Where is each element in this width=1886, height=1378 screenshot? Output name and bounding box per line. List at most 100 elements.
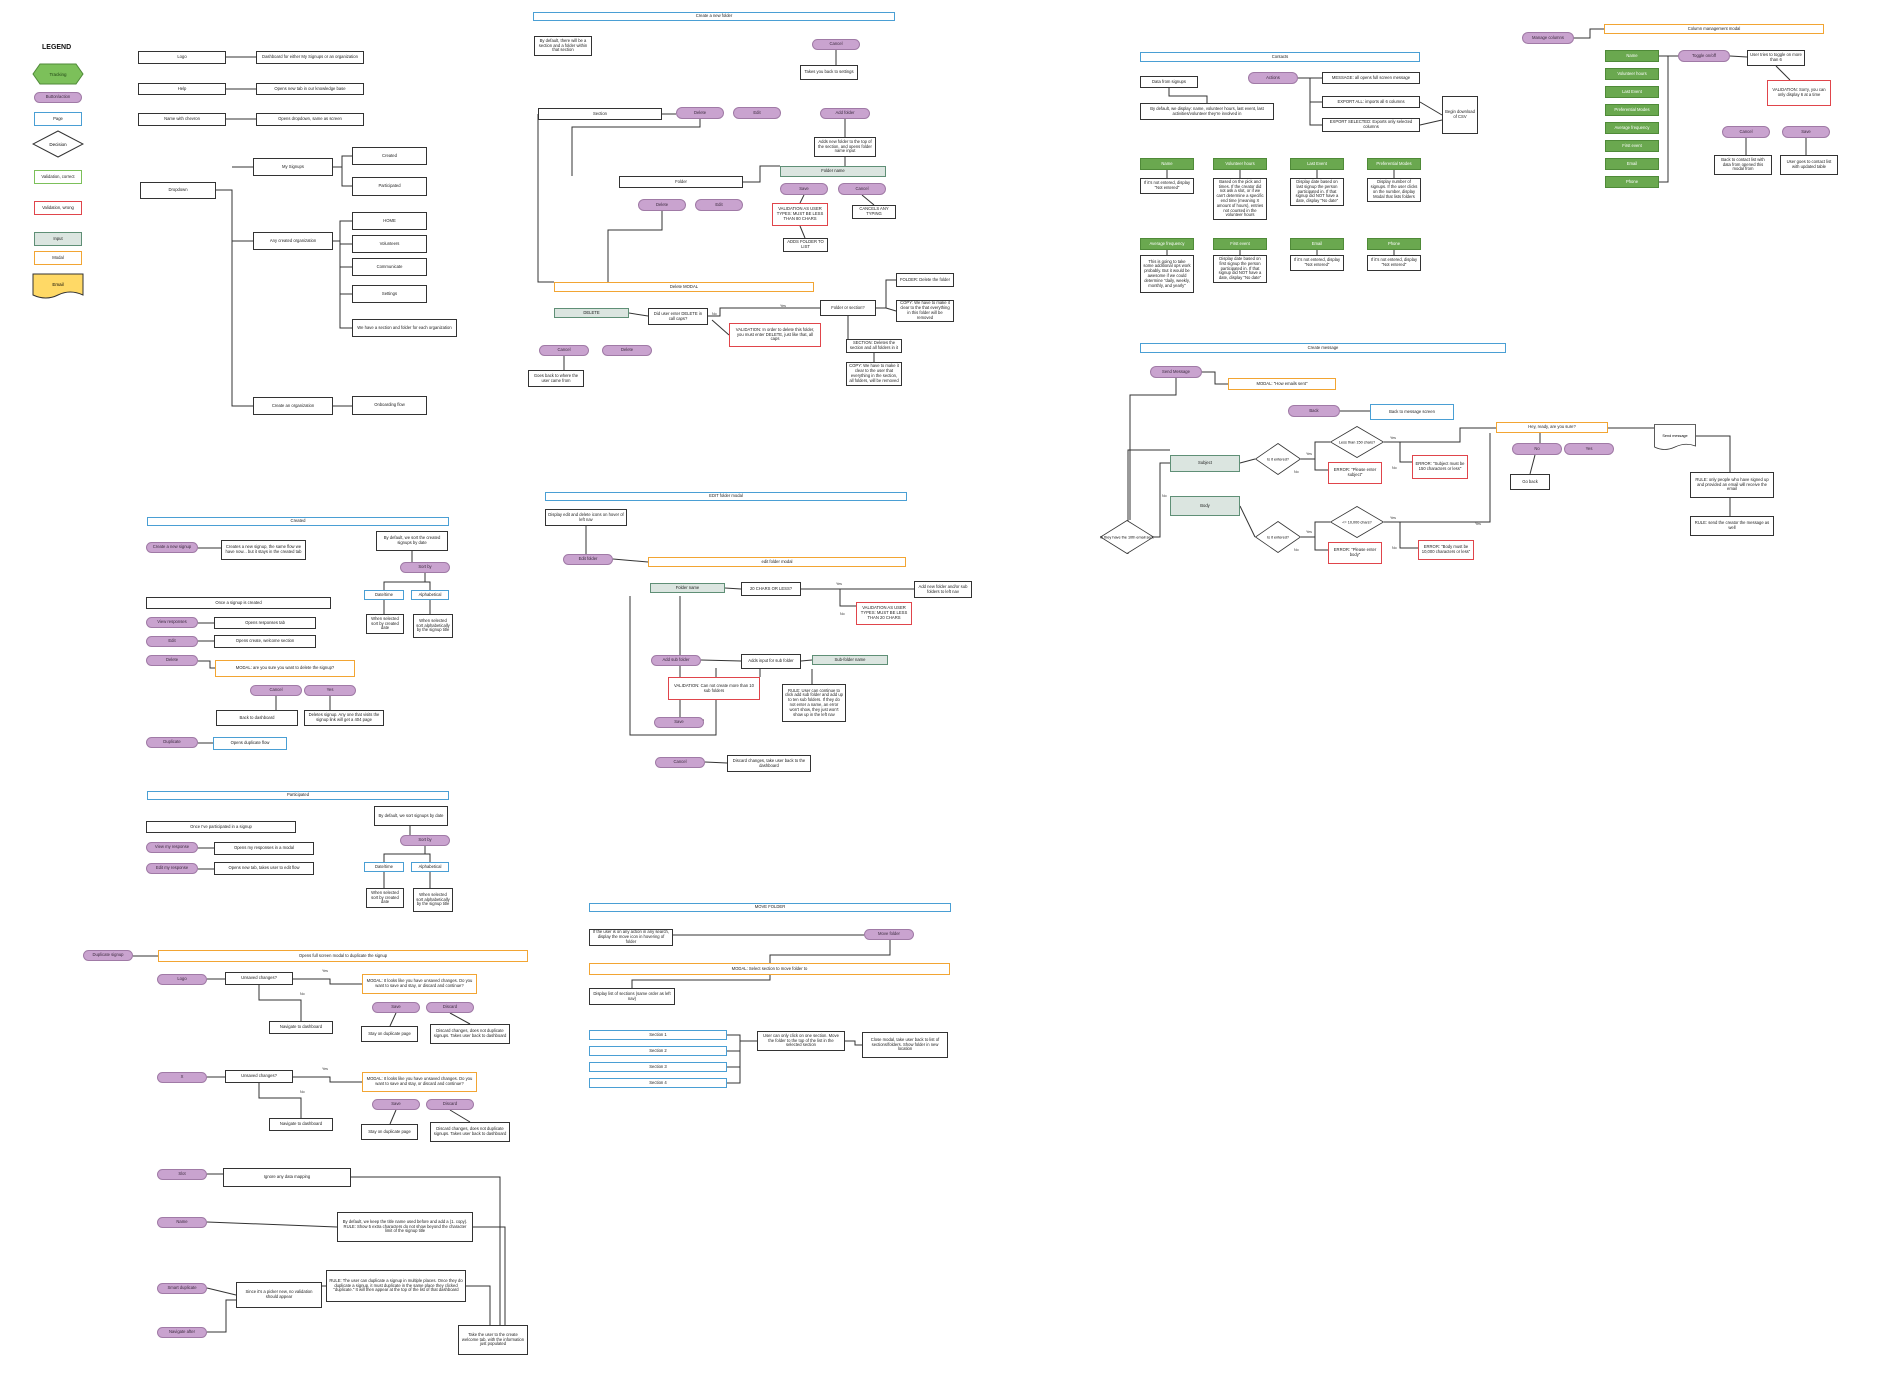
node-logo: Logo [138,51,226,64]
node-ef-adds-in: Adds input for sub folder [741,654,801,669]
node-d-pill[interactable]: Duplicate signup [83,950,133,961]
edge-label-yes: Yes [836,582,842,586]
node-d-smart[interactable]: Smart duplicate [157,1283,207,1294]
node-nf-takes: Takes you back to settings [800,65,858,80]
edge-label-no: No [712,312,717,316]
node-msg-no[interactable]: No [1512,443,1562,455]
edge-label-no: No [1392,466,1397,470]
node-p-part: Participated [147,791,449,800]
node-nf-delete2[interactable]: Delete [638,199,686,211]
edge-label-no: No [300,1090,305,1094]
node-cm-save[interactable]: Save [1782,126,1830,138]
node-c-edit[interactable]: Edit [146,636,198,647]
node-nf-delete3[interactable]: Delete [602,345,652,356]
edge-label-yes: Yes [1306,530,1312,534]
node-d-navigate[interactable]: Navigate after [157,1327,207,1338]
node-c-cancel[interactable]: Cancel [250,685,302,696]
decision-label: Do they have the 10th email sent? [1100,536,1154,540]
node-pa-view[interactable]: View my response [146,842,198,853]
node-pa-view-r: Opens my responses in a modal [214,842,314,855]
node-d-name[interactable]: Name [157,1217,207,1228]
node-msg-backto: Back to message screen [1370,404,1454,420]
node-nf-cancel3[interactable]: Cancel [539,345,589,356]
node-cm-cancel[interactable]: Cancel [1722,126,1770,138]
node-ef-addnew: Add new folder and/or sub folders to lef… [914,581,972,598]
node-d-modal2: MODAL: It looks like you have unsaved ch… [362,1072,477,1092]
node-co-h-vol: Volunteer hours [1213,158,1267,170]
legend-item-input: Input [34,232,82,246]
node-c-sortby[interactable]: Sort by [400,562,450,573]
node-mf-ifuser: If the user is on any action in any sear… [589,929,673,946]
node-co-t-vol: Based on the pick and times. If the crea… [1213,178,1267,220]
node-co-data: Data from signups [1140,76,1198,88]
edge-label-yes: Yes [1390,436,1396,440]
node-ef-save[interactable]: Save [654,717,704,728]
node-nf-delmodal: Delete MODAL [554,282,814,292]
node-c-once: Once a signup is created [146,597,331,609]
node-co-h-pref: Preferential Modes [1367,158,1421,170]
node-ef-page: EDIT folder modal [545,492,907,501]
node-co-h-name: Name [1140,158,1194,170]
node-nf-foldername: Folder name [780,166,886,177]
node-c-view[interactable]: View responses [146,617,198,628]
node-mf-movefolder[interactable]: Move folder [864,929,914,940]
legend-label: Tracking [49,72,67,77]
node-nf-cancel[interactable]: Cancel [812,39,860,50]
node-co-page: Contacts [1140,52,1420,62]
node-pa-edit[interactable]: Edit my response [146,863,198,874]
node-d-save1[interactable]: Save [372,1002,420,1013]
node-c-help[interactable]: Create a new signup [146,542,198,553]
decision-label: Less than 150 chars? [1339,441,1375,445]
node-cm-manage[interactable]: Manage columns [1522,32,1574,44]
node-cm-vol: Volunteer hours [1605,68,1659,80]
node-msg-hey: Hey, ready, are you sure? [1496,422,1608,433]
node-d-discard1[interactable]: Discard [426,1002,474,1013]
node-pa-dt-r: When selected sort by created date [366,888,404,908]
node-msg-yes[interactable]: Yes [1564,443,1614,455]
node-help: Help [138,83,226,95]
node-pa-alpha: Alphabetical [411,862,449,872]
node-cm-email: Email [1605,158,1659,170]
edge-label-yes: Yes [1390,516,1396,520]
node-mf-s1: Section 1 [589,1030,727,1040]
node-d-nav1: Navigate to dashboard [269,1021,333,1034]
node-sectionfolder: We have a section and folder for each or… [352,319,457,337]
node-c-yes[interactable]: Yes [304,685,356,696]
node-d-x[interactable]: X [157,1072,207,1083]
node-d-logo[interactable]: Logo [157,974,207,985]
node-ef-modal: edit folder modal [648,557,906,567]
legend-item-page: Page [34,112,82,126]
node-cm-toggle[interactable]: Toggle on/off [1678,50,1730,62]
node-c-edit-r: Opens create, welcome section [214,635,316,648]
node-pa-sortby[interactable]: Sort by [400,835,450,846]
node-msg-send[interactable]: Send Message [1150,366,1202,378]
node-nf-valid: VALIDATION AS USER TYPES: MUST BE LESS T… [772,203,828,226]
legend-item-ok: Validation, correct [34,170,82,184]
node-ef-name: Folder name [650,583,725,593]
node-c-delete[interactable]: Delete [146,655,198,666]
node-nf-edit1[interactable]: Edit [733,107,781,119]
node-nf-addfolder[interactable]: Add folder [820,108,870,119]
node-co-begin: Begin download of CSV [1442,96,1478,134]
edge-label-yes: Yes [780,304,786,308]
edge-label-no: No [1162,494,1167,498]
node-ef-editfolder[interactable]: Edit folder [563,554,613,565]
node-nf-edit2[interactable]: Edit [695,199,743,211]
node-cm-pref: Preferential Modes [1605,104,1659,116]
node-anyorg: Any created organization [253,232,333,250]
node-nf-cancel2[interactable]: Cancel [838,183,886,195]
node-d-slot[interactable]: Slot [157,1169,207,1180]
node-co-actions[interactable]: Actions [1248,72,1298,84]
edge-label-yes: Yes [1306,452,1312,456]
node-nf-save[interactable]: Save [780,183,828,195]
node-ef-addsub[interactable]: Add sub folder [651,655,701,666]
node-d-discard2[interactable]: Discard [426,1099,474,1110]
node-msg-back[interactable]: Back [1288,405,1340,417]
node-d-stay1: Stay on duplicate page [361,1026,418,1042]
node-d-save2[interactable]: Save [372,1099,420,1110]
node-d-stay2: Stay on duplicate page [361,1124,418,1140]
node-ef-cancel[interactable]: Cancel [655,757,705,768]
node-nf-delete1[interactable]: Delete [676,107,724,119]
node-c-dup[interactable]: Duplicate [146,737,198,748]
node-co-h-last: Last Event [1290,158,1344,170]
